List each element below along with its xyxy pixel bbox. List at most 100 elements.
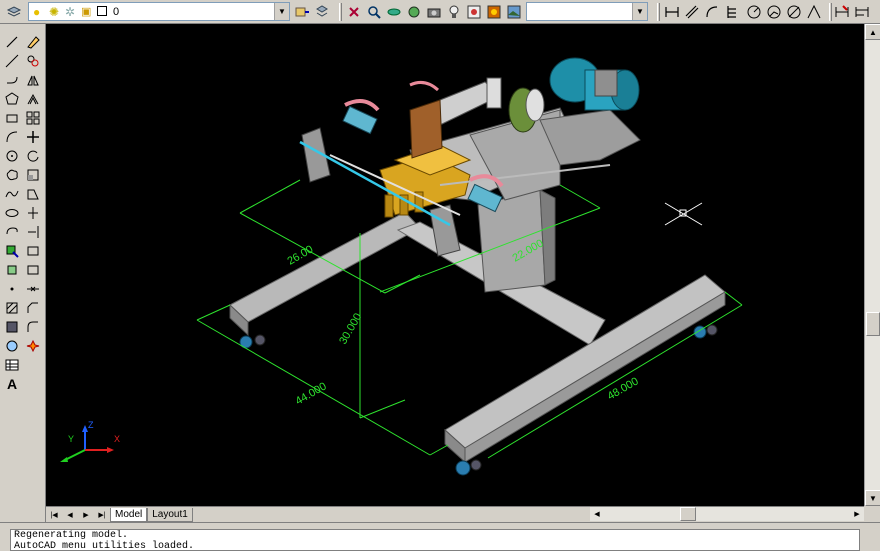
caster-wheel [455, 460, 471, 476]
vertical-scrollbar[interactable]: ▲ ▼ [864, 24, 880, 506]
revision-cloud-icon[interactable] [2, 165, 22, 184]
multiline-text-icon[interactable]: A [2, 374, 22, 393]
chevron-down-icon[interactable]: ▼ [632, 3, 647, 20]
ellipse-arc-icon[interactable] [2, 222, 22, 241]
lights-icon[interactable] [444, 2, 464, 22]
ucs-x-label: X [114, 434, 120, 444]
freeze-icon: ✲ [65, 5, 76, 19]
next-tab-icon[interactable]: ▶ [78, 508, 94, 522]
circle-icon[interactable] [2, 146, 22, 165]
layer-dropdown[interactable]: ● ✺ ✲ ▣ 0 ▼ [28, 2, 290, 21]
insert-block-icon[interactable] [2, 241, 22, 260]
gradient-icon[interactable] [2, 317, 22, 336]
command-window: Regenerating model. AutoCAD menu utiliti… [0, 522, 880, 551]
erase-icon[interactable] [23, 32, 43, 51]
pan-icon[interactable] [344, 2, 364, 22]
top-toolbar: ● ✺ ✲ ▣ 0 ▼ ▼ [0, 0, 880, 24]
dim-aligned-icon[interactable] [682, 2, 702, 22]
dim-angular-icon[interactable] [804, 2, 824, 22]
bearing [525, 88, 545, 122]
tab-model[interactable]: Model [110, 507, 148, 522]
vertical-scroll-thumb[interactable] [866, 312, 880, 336]
line-icon[interactable] [2, 32, 22, 51]
layer-manager-icon[interactable] [4, 2, 24, 22]
scroll-right-icon[interactable]: ▶ [850, 507, 864, 521]
horizontal-scroll-thumb[interactable] [680, 507, 696, 521]
caster-wheel [470, 459, 482, 471]
dim-baseline-icon[interactable] [852, 2, 872, 22]
rotate-icon[interactable] [23, 146, 43, 165]
rear-crossbar [229, 211, 421, 323]
ellipse-icon[interactable] [2, 203, 22, 222]
dimension-label: 48.000 [606, 375, 641, 402]
command-history[interactable]: Regenerating model. AutoCAD menu utiliti… [10, 529, 860, 551]
region-icon[interactable] [2, 336, 22, 355]
construction-line-icon[interactable] [2, 51, 22, 70]
explode-icon[interactable] [23, 336, 43, 355]
zoom-realtime-icon[interactable] [364, 2, 384, 22]
front-crossbar [444, 274, 726, 449]
last-tab-icon[interactable]: ▶| [94, 508, 110, 522]
dim-arc-icon[interactable] [702, 2, 722, 22]
polyline-icon[interactable] [2, 70, 22, 89]
point-icon[interactable] [2, 279, 22, 298]
table-icon[interactable] [2, 355, 22, 374]
prev-tab-icon[interactable]: ◀ [62, 508, 78, 522]
scene-icon[interactable] [464, 2, 484, 22]
orbit-icon[interactable] [384, 2, 404, 22]
color-swatch-icon [97, 6, 107, 16]
quick-dimension-icon[interactable] [832, 2, 852, 22]
scroll-down-icon[interactable]: ▼ [865, 490, 880, 506]
pink-bracket [409, 80, 440, 92]
extend-icon[interactable] [23, 222, 43, 241]
dim-radius-icon[interactable] [744, 2, 764, 22]
make-block-icon[interactable] [2, 260, 22, 279]
trim-icon[interactable] [23, 203, 43, 222]
move-icon[interactable] [23, 127, 43, 146]
dim-linear-icon[interactable] [662, 2, 682, 22]
offset-icon[interactable] [23, 89, 43, 108]
spline-icon[interactable] [2, 184, 22, 203]
background-icon[interactable] [504, 2, 524, 22]
copy-icon[interactable] [23, 51, 43, 70]
dim-jogged-icon[interactable] [764, 2, 784, 22]
scroll-up-icon[interactable]: ▲ [865, 24, 880, 40]
pneumatic-cylinder [342, 105, 378, 135]
tab-layout1[interactable]: Layout1 [147, 507, 193, 522]
dim-diameter-icon[interactable] [784, 2, 804, 22]
break-icon[interactable] [23, 260, 43, 279]
mirror-icon[interactable] [23, 70, 43, 89]
break-at-point-icon[interactable] [23, 241, 43, 260]
horizontal-scrollbar[interactable]: ◀ ▶ [590, 507, 864, 521]
dimension-label: 44.000 [294, 380, 329, 407]
brown-holder [409, 99, 443, 159]
render-icon[interactable] [404, 2, 424, 22]
scale-icon[interactable] [23, 165, 43, 184]
stretch-icon[interactable] [23, 184, 43, 203]
arc-icon[interactable] [2, 127, 22, 146]
modify-toolbar [23, 32, 43, 355]
chamfer-icon[interactable] [23, 298, 43, 317]
camera-icon[interactable] [424, 2, 444, 22]
materials-icon[interactable] [484, 2, 504, 22]
first-tab-icon[interactable]: |◀ [46, 508, 62, 522]
fillet-icon[interactable] [23, 317, 43, 336]
chevron-down-icon[interactable]: ▼ [274, 3, 289, 20]
join-icon[interactable] [23, 279, 43, 298]
scroll-left-icon[interactable]: ◀ [590, 507, 604, 521]
dim-ordinate-icon[interactable] [722, 2, 742, 22]
drawing-viewport[interactable]: 26.00 22.000 30.000 44.000 48.000 Z Y X [46, 24, 864, 506]
caster-wheel [254, 334, 266, 346]
lock-icon: ▣ [81, 6, 92, 18]
ucs-y-label: Y [68, 434, 74, 444]
style-dropdown[interactable]: ▼ [526, 2, 648, 21]
layer-previous-icon[interactable] [312, 2, 332, 22]
rectangle-icon[interactable] [2, 108, 22, 127]
motor-gearbox [594, 69, 618, 97]
crosshair-cursor [664, 202, 703, 226]
array-icon[interactable] [23, 108, 43, 127]
hatch-icon[interactable] [2, 298, 22, 317]
polygon-icon[interactable] [2, 89, 22, 108]
make-current-icon[interactable] [292, 2, 312, 22]
model-drawing: 26.00 22.000 30.000 44.000 48.000 Z Y X [60, 57, 743, 476]
